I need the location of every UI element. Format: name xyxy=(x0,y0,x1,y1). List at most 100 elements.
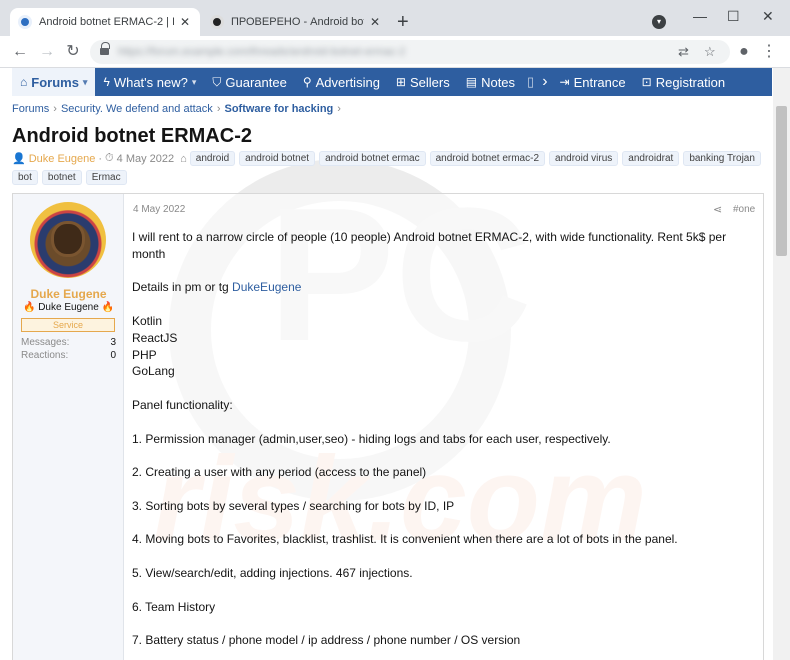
scrollbar-thumb[interactable] xyxy=(776,106,787,256)
post: Duke Eugene 🔥 Duke Eugene 🔥 Service Mess… xyxy=(12,193,764,660)
chevron-down-icon[interactable]: ▾ xyxy=(83,77,88,88)
close-tab-icon[interactable]: ✕ xyxy=(178,15,192,29)
nav-notes[interactable]: ▤ Notes xyxy=(458,68,523,96)
nav-guarantee[interactable]: ⛉ Guarantee xyxy=(204,68,294,96)
chevron-right-icon: › xyxy=(53,103,57,115)
user-pane: Duke Eugene 🔥 Duke Eugene 🔥 Service Mess… xyxy=(13,194,124,660)
post-username[interactable]: Duke Eugene xyxy=(13,287,124,301)
user-icon: 👤 xyxy=(12,153,26,165)
close-window-icon[interactable]: ✕ xyxy=(762,8,774,25)
post-line: Panel functionality: xyxy=(132,397,233,412)
tag[interactable]: android virus xyxy=(549,151,619,166)
browser-toolbar: ← → ↻ https://forum.example.com/threads/… xyxy=(0,36,790,68)
back-icon[interactable]: ← xyxy=(9,41,31,63)
post-gap xyxy=(132,447,757,464)
cart-icon: ⊞ xyxy=(395,75,406,89)
post-line: I will rent to a narrow circle of people… xyxy=(132,230,727,261)
maximize-icon[interactable]: ☐ xyxy=(727,8,740,25)
login-icon: ⇥ xyxy=(559,75,570,89)
stat-label: Reactions: xyxy=(21,350,69,361)
tag-icon: ⌂ xyxy=(180,152,187,165)
post-line: 6. Team History xyxy=(132,599,216,614)
reload-icon[interactable]: ↻ xyxy=(62,41,84,63)
post-line: Kotlin xyxy=(132,313,163,328)
site-favicon-icon xyxy=(18,15,32,29)
nav-forums[interactable]: ⌂ Forums ▾ xyxy=(12,68,96,96)
nav-label: Advertising xyxy=(315,74,380,90)
browser-tab-active[interactable]: Android botnet ERMAC-2 | Ruto ✕ xyxy=(10,8,200,36)
post-gap xyxy=(132,414,757,431)
nav-label: What's new? xyxy=(113,74,188,90)
nav-whats-new[interactable]: ϟ What's new? ▾ xyxy=(95,68,204,96)
post-date[interactable]: 4 May 2022 xyxy=(133,204,185,215)
thread-author[interactable]: Duke Eugene xyxy=(29,153,96,165)
notes-icon: ▤ xyxy=(465,75,478,89)
post-gap xyxy=(132,481,757,498)
post-line: ReactJS xyxy=(132,330,178,345)
tag[interactable]: android botnet xyxy=(239,151,316,166)
lock-icon: ⊡ xyxy=(641,75,652,89)
avatar[interactable] xyxy=(30,202,106,278)
tag[interactable]: bot xyxy=(12,170,38,185)
nav-entrance[interactable]: ⇥ Entrance xyxy=(552,68,634,96)
post-line: 1. Permission manager (admin,user,seo) -… xyxy=(132,431,611,446)
site-favicon-icon xyxy=(210,15,224,29)
translate-icon[interactable]: ⇄ xyxy=(678,44,689,60)
post-line: Details in pm or tg xyxy=(132,280,233,295)
breadcrumb-link[interactable]: Security. We defend and attack xyxy=(61,103,213,115)
clock-icon: ⏱ xyxy=(105,152,114,164)
nav-label: Notes xyxy=(481,74,516,90)
minimize-icon[interactable]: — xyxy=(693,8,707,24)
breadcrumb-link[interactable]: Forums xyxy=(12,103,49,115)
tag[interactable]: banking Trojan xyxy=(683,151,761,166)
chevron-down-icon[interactable]: ▾ xyxy=(192,77,197,88)
post-gap xyxy=(132,380,757,397)
nav-label: Forums xyxy=(31,74,79,90)
stat-label: Messages: xyxy=(21,337,70,348)
forward-icon[interactable]: → xyxy=(36,41,58,63)
tag[interactable]: androidrat xyxy=(622,151,680,166)
post-line: GoLang xyxy=(132,364,175,379)
nav-sellers[interactable]: ⊞ Sellers xyxy=(388,68,458,96)
breadcrumb-current[interactable]: Software for hacking xyxy=(224,103,333,115)
tag[interactable]: Ermac xyxy=(85,170,127,185)
share-icon[interactable]: ⋖ xyxy=(713,203,722,216)
post-line: 5. View/search/edit, adding injections. … xyxy=(132,565,413,580)
address-bar[interactable]: https://forum.example.com/threads/androi… xyxy=(90,40,730,64)
pin-icon: ⚲ xyxy=(302,75,312,89)
chevron-right-icon: › xyxy=(337,103,341,115)
bookmark-star-icon[interactable]: ☆ xyxy=(704,44,716,60)
close-tab-icon[interactable]: ✕ xyxy=(368,15,382,29)
nav-label: Registration xyxy=(655,74,726,90)
tag[interactable]: android botnet ermac-2 xyxy=(429,151,546,166)
nav-overflow-icon[interactable]: ▯ xyxy=(523,68,538,96)
menu-kebab-icon[interactable]: ⋮ xyxy=(758,41,780,63)
tag[interactable]: android xyxy=(189,151,236,166)
nav-scroll-right-icon[interactable]: › xyxy=(538,68,551,96)
thread-date[interactable]: 4 May 2022 xyxy=(117,153,174,165)
post-line-contact: Details in pm or tg DukeEugene xyxy=(132,279,757,296)
post-line: 4. Moving bots to Favorites, blacklist, … xyxy=(132,532,678,547)
user-banner: Service xyxy=(21,318,115,332)
nav-label: Entrance xyxy=(573,74,626,90)
post-line: 2. Creating a user with any period (acce… xyxy=(132,465,427,480)
post-gap xyxy=(132,263,757,280)
nav-registration[interactable]: ⊡ Registration xyxy=(634,68,733,96)
home-icon: ⌂ xyxy=(20,75,28,89)
browser-tab-bar: Android botnet ERMAC-2 | Ruto ✕ ПРОВЕРЕН… xyxy=(0,0,790,36)
new-tab-button[interactable]: + xyxy=(397,12,409,32)
nav-advertising[interactable]: ⚲ Advertising xyxy=(295,68,388,96)
forum-nav-bar: ⌂ Forums ▾ ϟ What's new? ▾ ⛉ Guarantee ⚲… xyxy=(12,68,772,96)
post-number[interactable]: #one xyxy=(733,204,755,215)
browser-tab-inactive[interactable]: ПРОВЕРЕНО - Android botnet Er ✕ xyxy=(202,8,390,36)
tag[interactable]: android botnet ermac xyxy=(319,151,426,166)
breadcrumb: Forums › Security. We defend and attack › So… xyxy=(12,103,345,115)
tag[interactable]: botnet xyxy=(41,170,82,185)
post-line: 3. Sorting bots by several types / searc… xyxy=(132,498,455,513)
tab-search-icon[interactable]: ▾ xyxy=(652,15,666,29)
bolt-icon: ϟ xyxy=(103,75,110,89)
telegram-link[interactable]: DukeEugene xyxy=(232,280,301,294)
stat-messages: Messages: 3 xyxy=(21,337,116,348)
profile-icon[interactable]: ● xyxy=(733,41,755,63)
page-scrollbar[interactable] xyxy=(773,68,790,660)
